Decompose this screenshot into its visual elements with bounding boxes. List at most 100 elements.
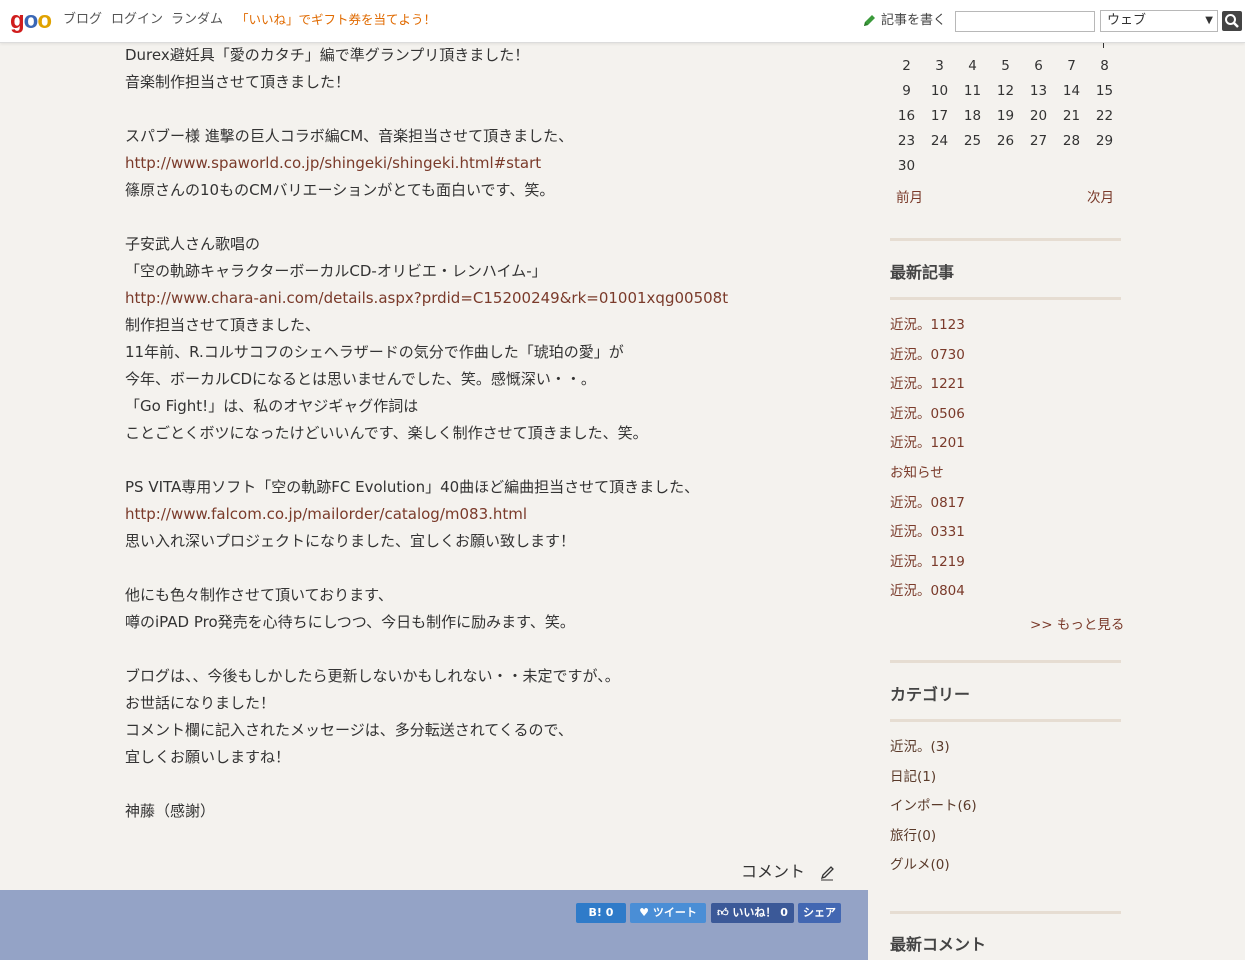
- divider: [890, 719, 1121, 722]
- post-blank-line: [125, 771, 845, 798]
- post-blank-line: [125, 204, 845, 231]
- search-scope-select[interactable]: ウェブ ▼: [1100, 10, 1218, 32]
- nav-random-link[interactable]: ランダム: [171, 12, 223, 28]
- calendar-day: 20: [1029, 108, 1048, 124]
- calendar-day: 25: [963, 133, 982, 149]
- calendar-day: 30: [897, 158, 916, 174]
- post-link[interactable]: http://www.chara-ani.com/details.aspx?pr…: [125, 285, 845, 312]
- post-text-line: Durex避妊具「愛のカタチ」編で準グランプリ頂きました！: [125, 46, 530, 64]
- promo-link[interactable]: 「いいね」でギフト券を当てよう！: [236, 12, 436, 28]
- calendar-prev-month-link[interactable]: 前月: [896, 186, 923, 206]
- post-text-line: ことごとくボツになったけどいいんです、楽しく制作させて頂きました、笑。: [125, 424, 648, 442]
- recent-article-link[interactable]: 近況。0331: [890, 522, 965, 542]
- calendar-day: 28: [1062, 133, 1081, 149]
- post-text-line: 宜しくお願いしますね！: [125, 748, 291, 766]
- post-text-line: 11年前、R.コルサコフのシェヘラザードの気分で作曲した「琥珀の愛」が: [125, 343, 624, 361]
- search-icon: [1225, 14, 1239, 28]
- share-band: [0, 890, 868, 960]
- category-link[interactable]: グルメ(0): [890, 855, 950, 875]
- post-text-line: 神藤（感謝）: [125, 802, 216, 820]
- post-text-line: 子安武人さん歌唱の: [125, 235, 261, 253]
- goo-logo[interactable]: goo: [10, 7, 52, 35]
- recent-article-link[interactable]: 近況。1123: [890, 315, 965, 335]
- calendar-day: 7: [1067, 58, 1076, 74]
- recent-article-link[interactable]: 近況。1201: [890, 433, 965, 453]
- calendar-day: 17: [930, 108, 949, 124]
- recent-article-link[interactable]: 近況。0730: [890, 345, 965, 365]
- more-articles-link[interactable]: >> もっと見る: [1030, 613, 1124, 633]
- post-text-line: 他にも色々制作させて頂いております、: [125, 586, 393, 604]
- post-text-line: 篠原さんの10ものCMバリエーションがとても面白いです、笑。: [125, 181, 555, 199]
- category-link[interactable]: 旅行(0): [890, 826, 936, 846]
- facebook-share-button[interactable]: シェア: [798, 903, 841, 923]
- nav-login-link[interactable]: ログイン: [111, 12, 163, 28]
- calendar-day: 2: [902, 58, 911, 74]
- calendar-day: 12: [996, 83, 1015, 99]
- post-text-line: スパブー様 進撃の巨人コラボ編CM、音楽担当させて頂きました、: [125, 127, 574, 145]
- calendar-day: 14: [1062, 83, 1081, 99]
- post-body: Durex避妊具「愛のカタチ」編で準グランプリ頂きました！ 音楽制作担当させて頂き…: [125, 42, 845, 825]
- post-blank-line: [125, 555, 845, 582]
- calendar-day: 9: [902, 83, 911, 99]
- post-text-line: PS VITA専用ソフト「空の軌跡FC Evolution」40曲ほど編曲担当さ…: [125, 478, 700, 496]
- pencil-icon: [862, 14, 876, 28]
- post-blank-line: [125, 447, 845, 474]
- recent-article-link[interactable]: 近況。0506: [890, 404, 965, 424]
- calendar-day: 15: [1095, 83, 1114, 99]
- recent-articles-title: 最新記事: [890, 263, 955, 282]
- like-label: いいね！ 0: [732, 906, 788, 919]
- divider: [890, 297, 1121, 300]
- post-text-line: 噂のiPAD Pro発売を心待ちにしつつ、今日も制作に励みます、笑。: [125, 613, 575, 631]
- post-text-line: 音楽制作担当させて頂きました！: [125, 73, 351, 91]
- post-link[interactable]: http://www.spaworld.co.jp/shingeki/shing…: [125, 150, 845, 177]
- category-link[interactable]: インポート(6): [890, 796, 977, 816]
- recent-article-link[interactable]: 近況。1221: [890, 374, 965, 394]
- post-text-line: ブログは、、今後もしかしたら更新しないかもしれない・・未定ですが、。: [125, 667, 620, 685]
- comment-link[interactable]: コメント: [741, 860, 835, 884]
- divider: [890, 911, 1121, 914]
- search-input[interactable]: [955, 11, 1095, 32]
- post-text-line: 「Go Fight!」は、私のオヤジギャグ作詞は: [125, 397, 419, 415]
- tweet-button[interactable]: ♥︎ ツイート: [630, 903, 706, 923]
- calendar-day: 10: [930, 83, 949, 99]
- post-blank-line: [125, 96, 845, 123]
- recent-article-link[interactable]: 近況。0804: [890, 581, 965, 601]
- calendar-day: 18: [963, 108, 982, 124]
- recent-article-link[interactable]: 近況。1219: [890, 552, 965, 572]
- search-button[interactable]: [1222, 11, 1242, 31]
- like-button[interactable]: 👍︎ いいね！ 0: [711, 903, 794, 923]
- divider: [890, 238, 1121, 241]
- calendar-day: 11: [963, 83, 982, 99]
- search-scope-value: ウェブ: [1107, 13, 1147, 28]
- calendar-day: 24: [930, 133, 949, 149]
- recent-article-link[interactable]: 近況。0817: [890, 493, 965, 513]
- top-bar: goo ブログ ログイン ランダム 「いいね」でギフト券を当てよう！ 記事を書く…: [0, 0, 1245, 43]
- post-blank-line: [125, 636, 845, 663]
- post-text-line: 今年、ボーカルCDになるとは思いませんでした、笑。感慨深い・・。: [125, 370, 596, 388]
- calendar-day: 3: [935, 58, 944, 74]
- post-link[interactable]: http://www.falcom.co.jp/mailorder/catalo…: [125, 501, 845, 528]
- category-link[interactable]: 日記(1): [890, 767, 936, 787]
- dropdown-caret-icon: ▼: [1205, 15, 1213, 26]
- post-text-line: 思い入れ深いプロジェクトになりました、宜しくお願い致します！: [125, 532, 576, 550]
- calendar-next-month-link[interactable]: 次月: [1087, 186, 1114, 206]
- write-article-label: 記事を書く: [881, 13, 947, 28]
- post-text-line: お世話になりました！: [125, 694, 276, 712]
- nav-blog-link[interactable]: ブログ: [63, 12, 102, 28]
- recent-comments-title: 最新コメント: [890, 935, 987, 954]
- category-link[interactable]: 近況。(3): [890, 737, 950, 757]
- thumbs-up-icon: 👍︎: [717, 906, 729, 919]
- calendar-day: 21: [1062, 108, 1081, 124]
- write-article-button[interactable]: 記事を書く: [862, 12, 946, 29]
- hatena-bookmark-button[interactable]: B! 0: [576, 903, 626, 923]
- tweet-label: ツイート: [652, 906, 697, 919]
- calendar-day: 27: [1029, 133, 1048, 149]
- twitter-bird-icon: ♥︎: [639, 906, 650, 919]
- calendar-day: 5: [1001, 58, 1010, 74]
- calendar-day: 6: [1034, 58, 1043, 74]
- divider: [890, 660, 1121, 663]
- post-text-line: 「空の軌跡キャラクターボーカルCD-オリビエ・レンハイム-」: [125, 262, 547, 280]
- calendar-partial-mark: [1103, 43, 1104, 48]
- post-text-line: 制作担当させて頂きました、: [125, 316, 321, 334]
- recent-article-link[interactable]: お知らせ: [890, 463, 944, 483]
